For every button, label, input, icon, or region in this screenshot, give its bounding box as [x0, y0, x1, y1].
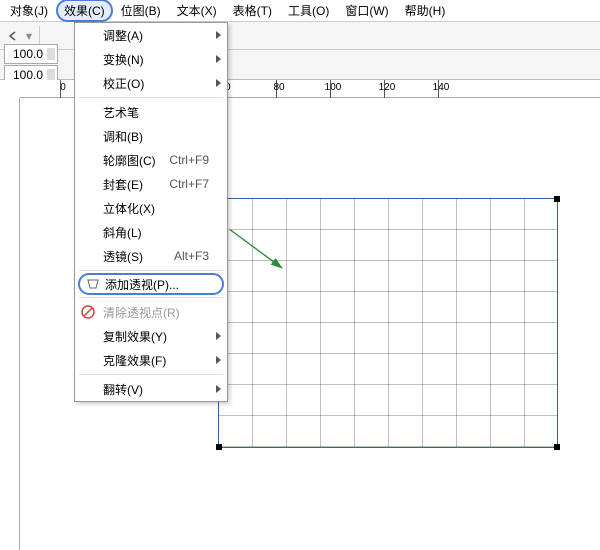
menu-effect[interactable]: 效果(C)	[56, 0, 113, 22]
menu-item-label: 变换(N)	[103, 51, 144, 68]
chevron-right-icon	[216, 55, 221, 63]
menu-item-label: 封套(E)	[103, 176, 143, 193]
handle-sw[interactable]	[216, 444, 222, 450]
menu-item-label: 艺术笔	[103, 104, 139, 121]
undo-icon[interactable]	[4, 27, 22, 45]
menu-item-5[interactable]: 调和(B)	[75, 124, 227, 148]
menu-item-label: 调整(A)	[103, 27, 143, 44]
menu-shortcut: Ctrl+F7	[169, 177, 209, 191]
menu-shortcut: Alt+F3	[174, 249, 209, 263]
menu-item-2[interactable]: 校正(O)	[75, 71, 227, 95]
menu-item-14: 清除透视点(R)	[75, 300, 227, 324]
menu-item-label: 复制效果(Y)	[103, 328, 167, 345]
v-ruler	[0, 98, 20, 550]
menu-item-18[interactable]: 翻转(V)	[75, 377, 227, 401]
menu-item-label: 添加透视(P)...	[105, 276, 179, 293]
effect-menu-dropdown: 调整(A) 变换(N) 校正(O) 艺术笔调和(B) 轮廓图(C) Ctrl+F9 封套(E…	[74, 22, 228, 402]
handle-se[interactable]	[554, 444, 560, 450]
menu-item-6[interactable]: 轮廓图(C) Ctrl+F9	[75, 148, 227, 172]
menu-item-label: 清除透视点(R)	[103, 304, 180, 321]
chevron-right-icon	[216, 332, 221, 340]
menu-item-8[interactable]: 立体化(X)	[75, 196, 227, 220]
menu-item-1[interactable]: 变换(N)	[75, 47, 227, 71]
menu-item-label: 透镜(S)	[103, 248, 143, 265]
menu-item-9[interactable]: 斜角(L)	[75, 220, 227, 244]
ruler-tick: 100	[323, 82, 343, 93]
menu-bitmap[interactable]: 位图(B)	[113, 0, 169, 22]
chevron-right-icon	[216, 31, 221, 39]
menu-item-label: 克隆效果(F)	[103, 352, 166, 369]
menu-item-label: 校正(O)	[103, 75, 144, 92]
chevron-right-icon	[216, 385, 221, 393]
x-field[interactable]: 100.0	[4, 44, 58, 64]
menu-text[interactable]: 文本(X)	[169, 0, 225, 22]
chevron-right-icon	[216, 356, 221, 364]
ruler-tick: 0	[53, 82, 73, 93]
menu-item-16[interactable]: 克隆效果(F)	[75, 348, 227, 372]
menu-item-label: 斜角(L)	[103, 224, 142, 241]
menu-object[interactable]: 对象(J)	[2, 0, 56, 22]
ruler-tick: 80	[269, 82, 289, 93]
menu-item-10[interactable]: 透镜(S) Alt+F3	[75, 244, 227, 268]
menu-item-4[interactable]: 艺术笔	[75, 100, 227, 124]
menu-shortcut: Ctrl+F9	[169, 153, 209, 167]
menu-item-label: 轮廓图(C)	[103, 152, 156, 169]
handle-ne[interactable]	[554, 196, 560, 202]
perspective-icon	[86, 277, 100, 291]
menu-item-label: 调和(B)	[103, 128, 143, 145]
clear-icon	[81, 305, 95, 319]
ruler-tick: 140	[431, 82, 451, 93]
menu-item-0[interactable]: 调整(A)	[75, 23, 227, 47]
menu-item-label: 立体化(X)	[103, 200, 155, 217]
ruler-tick: 120	[377, 82, 397, 93]
grid-rect[interactable]	[218, 198, 558, 448]
menu-item-label: 翻转(V)	[103, 381, 143, 398]
menu-table[interactable]: 表格(T)	[225, 0, 280, 22]
menu-item-15[interactable]: 复制效果(Y)	[75, 324, 227, 348]
menu-item-7[interactable]: 封套(E) Ctrl+F7	[75, 172, 227, 196]
menu-item-12[interactable]: 添加透视(P)...	[78, 273, 224, 295]
chevron-right-icon	[216, 79, 221, 87]
